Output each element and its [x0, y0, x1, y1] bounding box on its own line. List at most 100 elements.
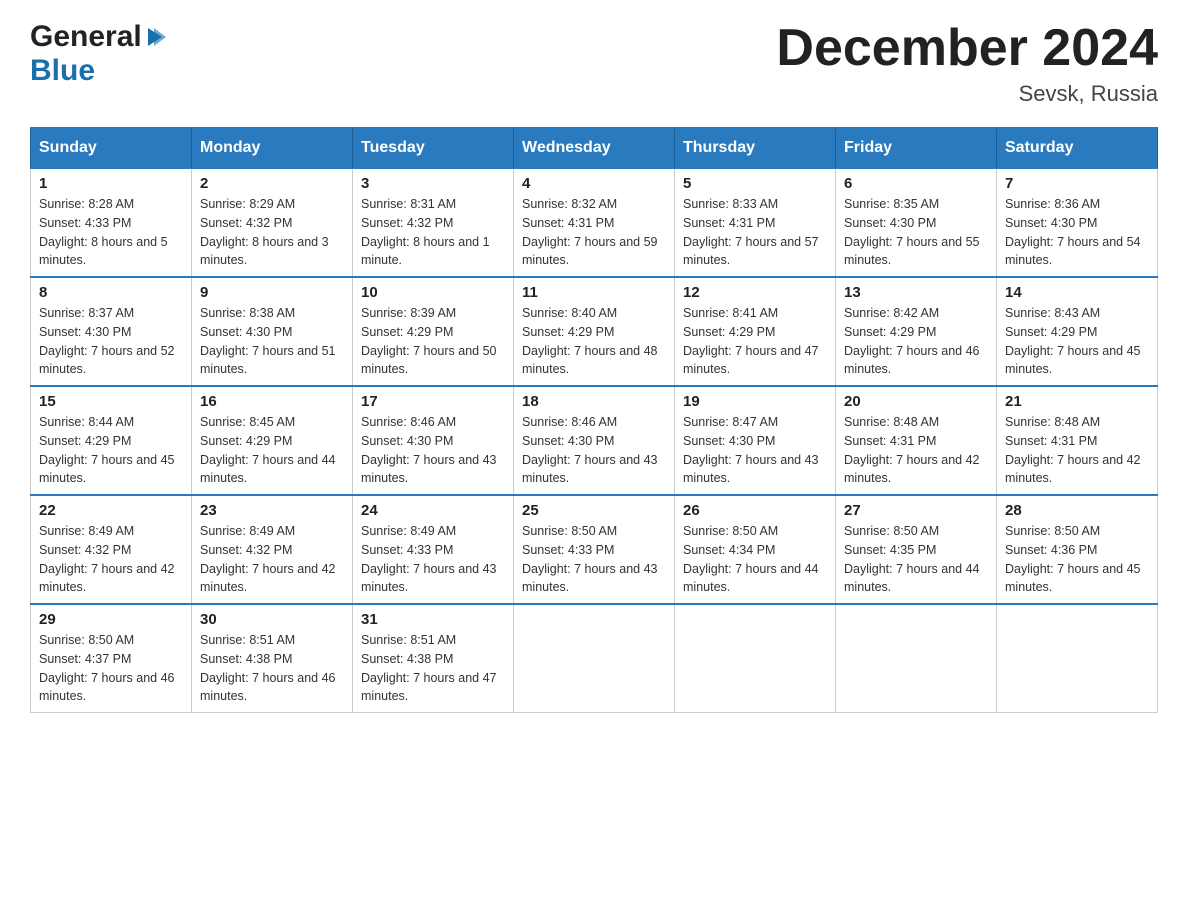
calendar-cell: 14 Sunrise: 8:43 AM Sunset: 4:29 PM Dayl…: [997, 277, 1158, 386]
day-number: 16: [200, 393, 344, 410]
day-info: Sunrise: 8:50 AM Sunset: 4:37 PM Dayligh…: [39, 631, 183, 706]
calendar-week-5: 29 Sunrise: 8:50 AM Sunset: 4:37 PM Dayl…: [31, 604, 1158, 713]
day-number: 9: [200, 284, 344, 301]
day-info: Sunrise: 8:38 AM Sunset: 4:30 PM Dayligh…: [200, 304, 344, 379]
calendar-cell: 24 Sunrise: 8:49 AM Sunset: 4:33 PM Dayl…: [353, 495, 514, 604]
calendar-cell: 4 Sunrise: 8:32 AM Sunset: 4:31 PM Dayli…: [514, 168, 675, 277]
day-info: Sunrise: 8:33 AM Sunset: 4:31 PM Dayligh…: [683, 195, 827, 270]
day-info: Sunrise: 8:48 AM Sunset: 4:31 PM Dayligh…: [844, 413, 988, 488]
calendar-cell: 21 Sunrise: 8:48 AM Sunset: 4:31 PM Dayl…: [997, 386, 1158, 495]
day-number: 20: [844, 393, 988, 410]
calendar-cell: 16 Sunrise: 8:45 AM Sunset: 4:29 PM Dayl…: [192, 386, 353, 495]
calendar-week-2: 8 Sunrise: 8:37 AM Sunset: 4:30 PM Dayli…: [31, 277, 1158, 386]
day-number: 22: [39, 502, 183, 519]
logo-blue-text: Blue: [30, 54, 95, 87]
calendar-cell: 11 Sunrise: 8:40 AM Sunset: 4:29 PM Dayl…: [514, 277, 675, 386]
col-tuesday: Tuesday: [353, 128, 514, 168]
calendar-week-4: 22 Sunrise: 8:49 AM Sunset: 4:32 PM Dayl…: [31, 495, 1158, 604]
day-number: 4: [522, 175, 666, 192]
calendar-cell: [836, 604, 997, 713]
calendar-cell: 2 Sunrise: 8:29 AM Sunset: 4:32 PM Dayli…: [192, 168, 353, 277]
day-info: Sunrise: 8:41 AM Sunset: 4:29 PM Dayligh…: [683, 304, 827, 379]
col-monday: Monday: [192, 128, 353, 168]
day-number: 21: [1005, 393, 1149, 410]
calendar-cell: 22 Sunrise: 8:49 AM Sunset: 4:32 PM Dayl…: [31, 495, 192, 604]
calendar-cell: 27 Sunrise: 8:50 AM Sunset: 4:35 PM Dayl…: [836, 495, 997, 604]
day-info: Sunrise: 8:48 AM Sunset: 4:31 PM Dayligh…: [1005, 413, 1149, 488]
calendar-cell: 25 Sunrise: 8:50 AM Sunset: 4:33 PM Dayl…: [514, 495, 675, 604]
day-info: Sunrise: 8:44 AM Sunset: 4:29 PM Dayligh…: [39, 413, 183, 488]
col-sunday: Sunday: [31, 128, 192, 168]
day-info: Sunrise: 8:39 AM Sunset: 4:29 PM Dayligh…: [361, 304, 505, 379]
day-info: Sunrise: 8:31 AM Sunset: 4:32 PM Dayligh…: [361, 195, 505, 270]
calendar-cell: 8 Sunrise: 8:37 AM Sunset: 4:30 PM Dayli…: [31, 277, 192, 386]
day-info: Sunrise: 8:51 AM Sunset: 4:38 PM Dayligh…: [200, 631, 344, 706]
calendar-table: Sunday Monday Tuesday Wednesday Thursday…: [30, 127, 1158, 713]
calendar-cell: 5 Sunrise: 8:33 AM Sunset: 4:31 PM Dayli…: [675, 168, 836, 277]
calendar-cell: 20 Sunrise: 8:48 AM Sunset: 4:31 PM Dayl…: [836, 386, 997, 495]
day-info: Sunrise: 8:49 AM Sunset: 4:33 PM Dayligh…: [361, 522, 505, 597]
day-info: Sunrise: 8:49 AM Sunset: 4:32 PM Dayligh…: [200, 522, 344, 597]
day-info: Sunrise: 8:49 AM Sunset: 4:32 PM Dayligh…: [39, 522, 183, 597]
calendar-header-row: Sunday Monday Tuesday Wednesday Thursday…: [31, 128, 1158, 168]
calendar-cell: 7 Sunrise: 8:36 AM Sunset: 4:30 PM Dayli…: [997, 168, 1158, 277]
calendar-cell: 3 Sunrise: 8:31 AM Sunset: 4:32 PM Dayli…: [353, 168, 514, 277]
col-friday: Friday: [836, 128, 997, 168]
day-number: 13: [844, 284, 988, 301]
title-block: December 2024 Sevsk, Russia: [776, 20, 1158, 107]
day-number: 7: [1005, 175, 1149, 192]
day-info: Sunrise: 8:46 AM Sunset: 4:30 PM Dayligh…: [361, 413, 505, 488]
col-thursday: Thursday: [675, 128, 836, 168]
calendar-cell: 1 Sunrise: 8:28 AM Sunset: 4:33 PM Dayli…: [31, 168, 192, 277]
day-number: 8: [39, 284, 183, 301]
day-number: 2: [200, 175, 344, 192]
day-number: 17: [361, 393, 505, 410]
day-number: 29: [39, 611, 183, 628]
calendar-cell: 29 Sunrise: 8:50 AM Sunset: 4:37 PM Dayl…: [31, 604, 192, 713]
calendar-cell: 19 Sunrise: 8:47 AM Sunset: 4:30 PM Dayl…: [675, 386, 836, 495]
day-number: 15: [39, 393, 183, 410]
day-info: Sunrise: 8:35 AM Sunset: 4:30 PM Dayligh…: [844, 195, 988, 270]
day-info: Sunrise: 8:37 AM Sunset: 4:30 PM Dayligh…: [39, 304, 183, 379]
day-info: Sunrise: 8:50 AM Sunset: 4:35 PM Dayligh…: [844, 522, 988, 597]
calendar-cell: [675, 604, 836, 713]
day-number: 25: [522, 502, 666, 519]
day-info: Sunrise: 8:29 AM Sunset: 4:32 PM Dayligh…: [200, 195, 344, 270]
logo: General Blue: [30, 20, 166, 88]
page-header: General Blue December 2024 Sevsk, Russia: [30, 20, 1158, 107]
day-info: Sunrise: 8:45 AM Sunset: 4:29 PM Dayligh…: [200, 413, 344, 488]
calendar-week-1: 1 Sunrise: 8:28 AM Sunset: 4:33 PM Dayli…: [31, 168, 1158, 277]
calendar-cell: 10 Sunrise: 8:39 AM Sunset: 4:29 PM Dayl…: [353, 277, 514, 386]
day-number: 14: [1005, 284, 1149, 301]
day-number: 19: [683, 393, 827, 410]
calendar-cell: [997, 604, 1158, 713]
calendar-cell: 6 Sunrise: 8:35 AM Sunset: 4:30 PM Dayli…: [836, 168, 997, 277]
day-info: Sunrise: 8:36 AM Sunset: 4:30 PM Dayligh…: [1005, 195, 1149, 270]
calendar-cell: 28 Sunrise: 8:50 AM Sunset: 4:36 PM Dayl…: [997, 495, 1158, 604]
day-number: 23: [200, 502, 344, 519]
day-info: Sunrise: 8:42 AM Sunset: 4:29 PM Dayligh…: [844, 304, 988, 379]
col-wednesday: Wednesday: [514, 128, 675, 168]
col-saturday: Saturday: [997, 128, 1158, 168]
day-info: Sunrise: 8:32 AM Sunset: 4:31 PM Dayligh…: [522, 195, 666, 270]
day-info: Sunrise: 8:47 AM Sunset: 4:30 PM Dayligh…: [683, 413, 827, 488]
day-number: 3: [361, 175, 505, 192]
calendar-cell: 30 Sunrise: 8:51 AM Sunset: 4:38 PM Dayl…: [192, 604, 353, 713]
calendar-cell: 13 Sunrise: 8:42 AM Sunset: 4:29 PM Dayl…: [836, 277, 997, 386]
day-number: 31: [361, 611, 505, 628]
page-title: December 2024: [776, 20, 1158, 77]
day-info: Sunrise: 8:50 AM Sunset: 4:36 PM Dayligh…: [1005, 522, 1149, 597]
day-number: 12: [683, 284, 827, 301]
calendar-cell: 31 Sunrise: 8:51 AM Sunset: 4:38 PM Dayl…: [353, 604, 514, 713]
day-info: Sunrise: 8:50 AM Sunset: 4:34 PM Dayligh…: [683, 522, 827, 597]
day-number: 1: [39, 175, 183, 192]
calendar-cell: 18 Sunrise: 8:46 AM Sunset: 4:30 PM Dayl…: [514, 386, 675, 495]
calendar-cell: 26 Sunrise: 8:50 AM Sunset: 4:34 PM Dayl…: [675, 495, 836, 604]
calendar-cell: 9 Sunrise: 8:38 AM Sunset: 4:30 PM Dayli…: [192, 277, 353, 386]
day-number: 26: [683, 502, 827, 519]
calendar-cell: [514, 604, 675, 713]
day-info: Sunrise: 8:46 AM Sunset: 4:30 PM Dayligh…: [522, 413, 666, 488]
day-number: 28: [1005, 502, 1149, 519]
calendar-week-3: 15 Sunrise: 8:44 AM Sunset: 4:29 PM Dayl…: [31, 386, 1158, 495]
day-number: 11: [522, 284, 666, 301]
